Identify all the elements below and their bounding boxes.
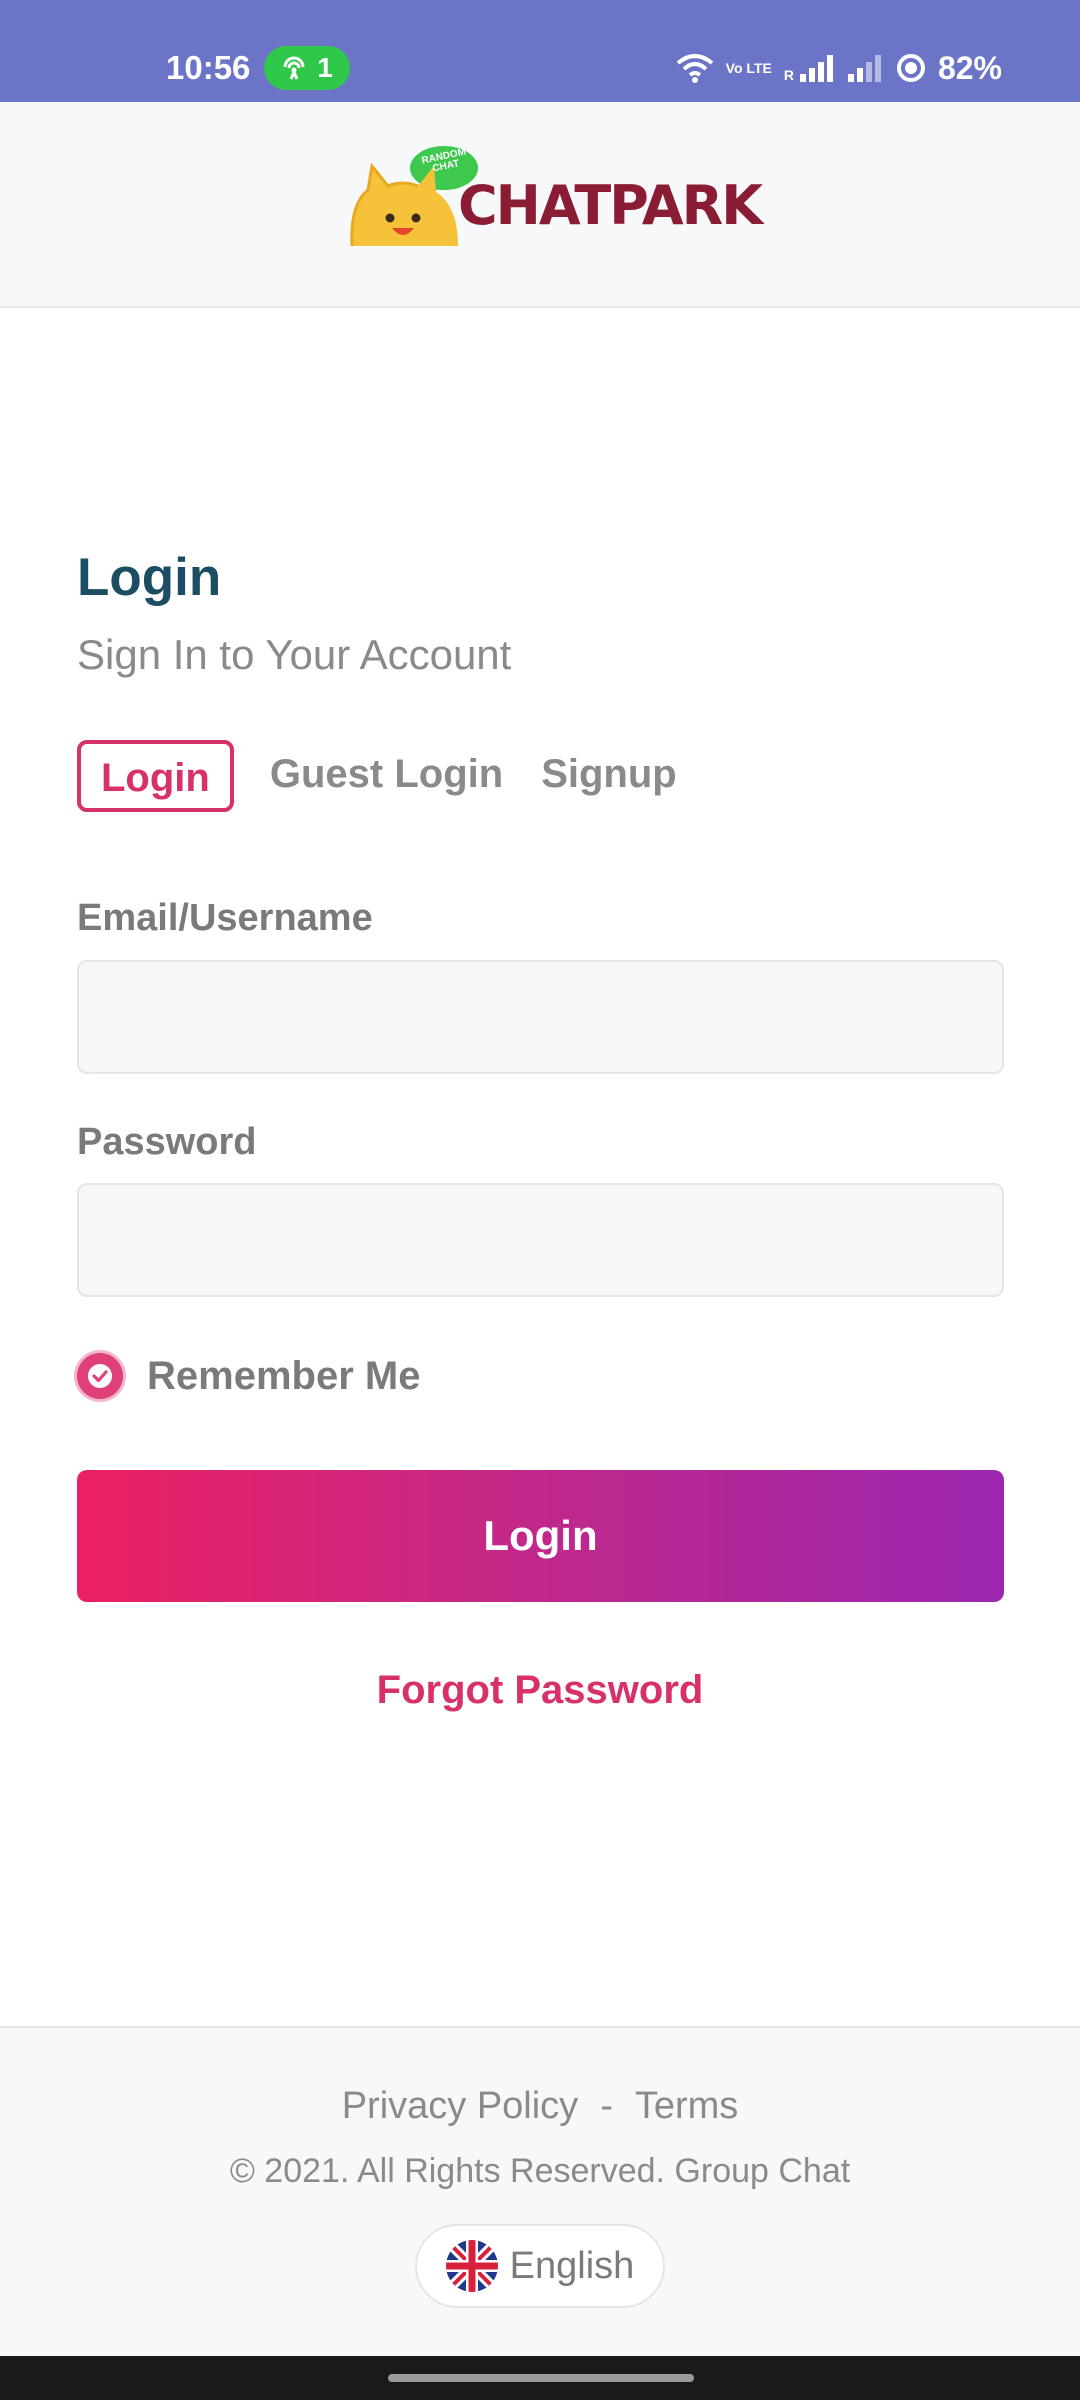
footer-links: Privacy Policy - Terms: [0, 2084, 1080, 2128]
language-selector[interactable]: English: [415, 2224, 665, 2308]
checkmark-icon: [77, 1353, 123, 1399]
tab-signup[interactable]: Signup: [541, 740, 677, 812]
roaming-indicator: R: [783, 67, 794, 83]
battery-saver-icon: [896, 54, 925, 82]
password-field[interactable]: [77, 1183, 1004, 1297]
language-label: English: [509, 2244, 635, 2287]
system-nav-bar: [0, 2356, 1080, 2400]
page-subtitle: Sign In to Your Account: [77, 631, 512, 678]
status-indicators: Vo LTE R 82%: [676, 46, 1002, 90]
signal-icon: [799, 55, 833, 82]
auth-tabs: Login Guest Login Signup: [77, 740, 677, 812]
page-footer: Privacy Policy - Terms © 2021. All Rights …: [0, 2026, 1080, 2356]
battery-level: 82%: [937, 49, 1002, 86]
hotspot-icon: [283, 56, 305, 80]
remember-me-label: Remember Me: [147, 1353, 421, 1398]
tab-guest-login[interactable]: Guest Login: [270, 740, 503, 812]
home-gesture-handle[interactable]: [388, 2374, 694, 2382]
status-time: 10:56: [166, 49, 251, 86]
hotspot-indicator[interactable]: 1: [264, 46, 350, 90]
remember-me-checkbox[interactable]: Remember Me: [77, 1352, 420, 1400]
volte-indicator: Vo LTE: [725, 60, 772, 76]
password-label: Password: [77, 1121, 257, 1163]
email-label: Email/Username: [77, 897, 373, 939]
hotspot-count: 1: [317, 52, 333, 83]
app-header: RANDOM CHAT CHATPARK: [0, 102, 1080, 308]
terms-link[interactable]: Terms: [635, 2085, 738, 2127]
app-logo[interactable]: RANDOM CHAT CHATPARK: [346, 144, 763, 254]
status-bar: 10:56 1 Vo LTE R 82%: [0, 0, 1080, 102]
tab-login[interactable]: Login: [77, 740, 234, 812]
uk-flag-icon: [445, 2240, 498, 2292]
login-button[interactable]: Login: [77, 1470, 1004, 1602]
signal-icon: [847, 55, 881, 82]
email-field[interactable]: [77, 960, 1004, 1074]
logo-text: CHATPARK: [458, 174, 763, 237]
privacy-policy-link[interactable]: Privacy Policy: [342, 2085, 579, 2127]
forgot-password-link[interactable]: Forgot Password: [0, 1668, 1080, 1713]
wifi-icon: [676, 54, 713, 83]
page-title: Login: [77, 548, 222, 607]
footer-separator: -: [600, 2085, 613, 2127]
copyright-text: © 2021. All Rights Reserved. Group Chat: [229, 2152, 851, 2190]
